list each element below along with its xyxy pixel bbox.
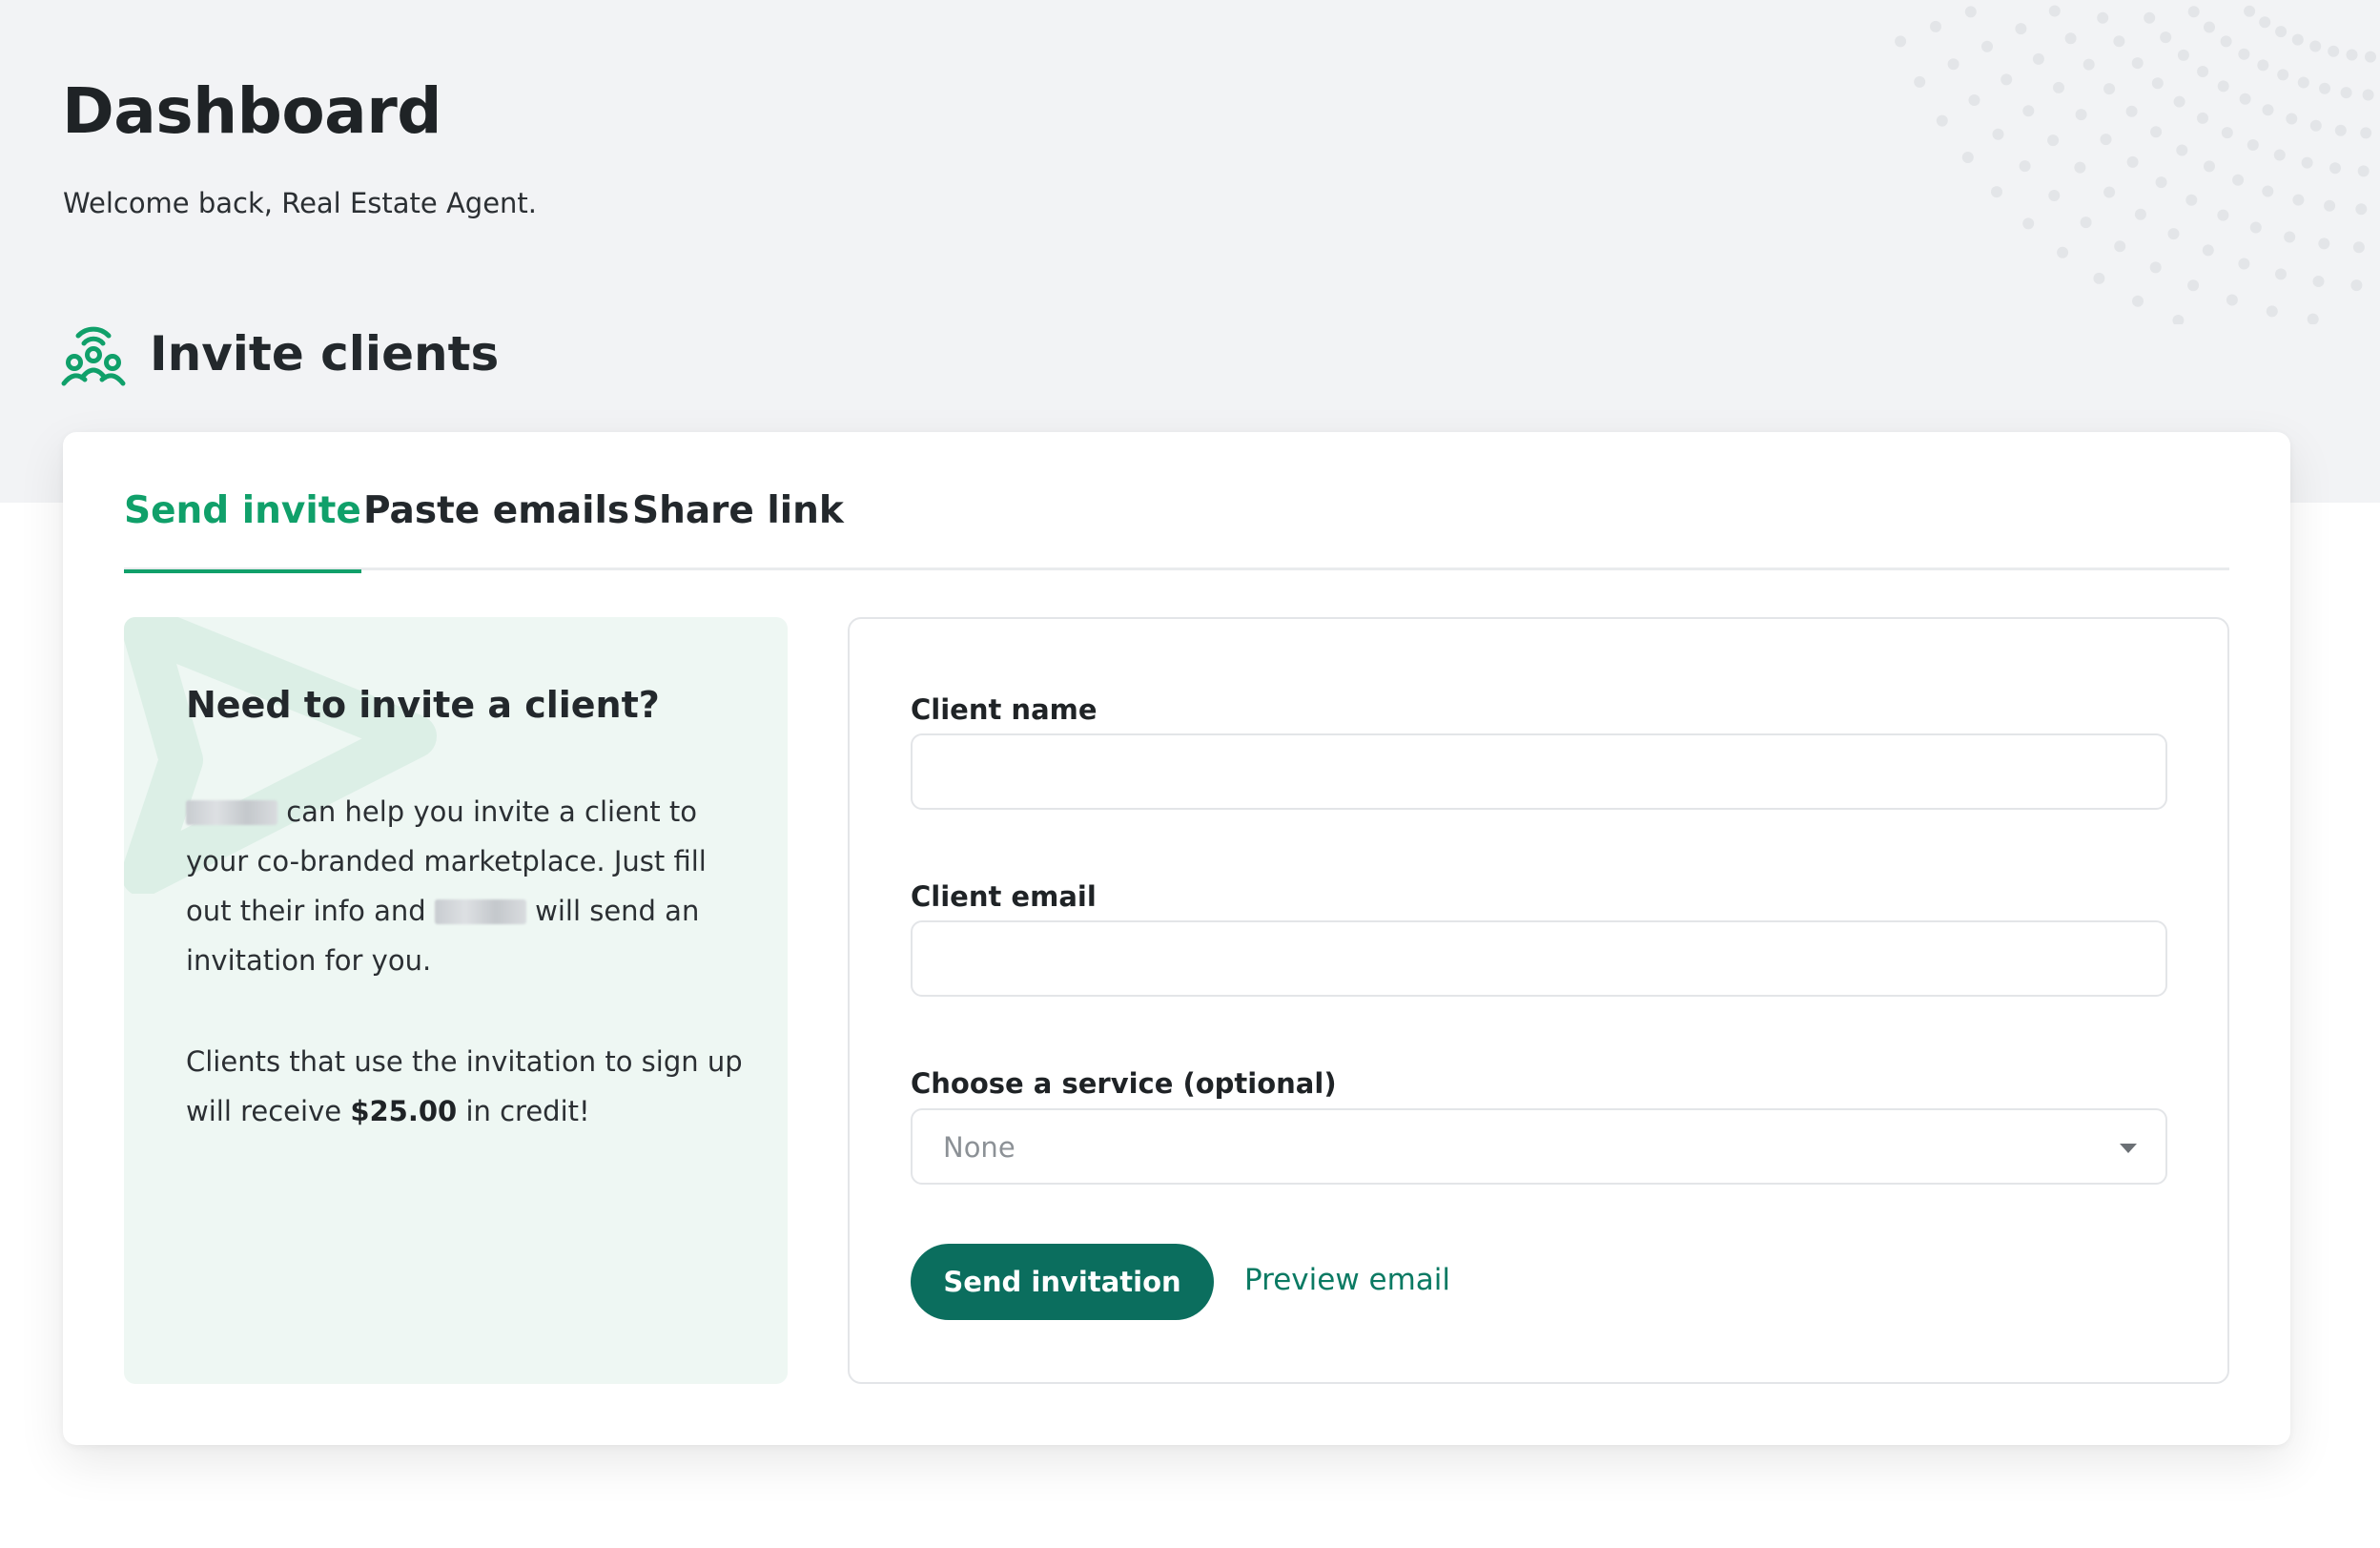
page-title: Dashboard bbox=[62, 74, 442, 148]
client-name-label: Client name bbox=[911, 693, 1098, 726]
credit-prefix: Clients that use the invitation to sign … bbox=[186, 1045, 743, 1127]
welcome-message: Welcome back, Real Estate Agent. bbox=[63, 187, 538, 219]
send-invitation-button[interactable]: Send invitation bbox=[911, 1244, 1214, 1320]
tab-share-link[interactable]: Share link bbox=[632, 489, 844, 570]
client-email-input[interactable] bbox=[911, 920, 2167, 997]
credit-note: Clients that use the invitation to sign … bbox=[186, 1037, 758, 1136]
service-selected-value: None bbox=[943, 1131, 1016, 1164]
service-label: Choose a service (optional) bbox=[911, 1067, 1337, 1100]
chevron-down-icon bbox=[2120, 1144, 2137, 1153]
preview-email-link[interactable]: Preview email bbox=[1244, 1263, 1450, 1297]
tab-bar: Send invite Paste emails Share link bbox=[124, 489, 2229, 573]
redacted-brand-name bbox=[186, 800, 277, 825]
credit-amount: $25.00 bbox=[350, 1095, 458, 1127]
invite-card: Send invite Paste emails Share link Need… bbox=[63, 432, 2290, 1445]
invite-form: Client name Client email Choose a servic… bbox=[848, 617, 2229, 1384]
info-panel: Need to invite a client? can help you in… bbox=[124, 617, 788, 1384]
people-broadcast-icon bbox=[61, 326, 126, 386]
section-header: Invite clients bbox=[61, 320, 499, 387]
redacted-brand-name bbox=[434, 899, 526, 924]
client-name-input[interactable] bbox=[911, 733, 2167, 810]
tab-paste-emails[interactable]: Paste emails bbox=[363, 489, 629, 570]
client-email-label: Client email bbox=[911, 880, 1097, 913]
section-title: Invite clients bbox=[150, 326, 500, 382]
tab-send-invite[interactable]: Send invite bbox=[124, 489, 361, 573]
dot-pattern-decoration bbox=[1895, 5, 2376, 324]
service-select[interactable]: None bbox=[911, 1108, 2167, 1185]
info-heading: Need to invite a client? bbox=[186, 684, 660, 726]
info-description: can help you invite a client to your co-… bbox=[186, 787, 758, 985]
credit-suffix: in credit! bbox=[465, 1095, 590, 1127]
